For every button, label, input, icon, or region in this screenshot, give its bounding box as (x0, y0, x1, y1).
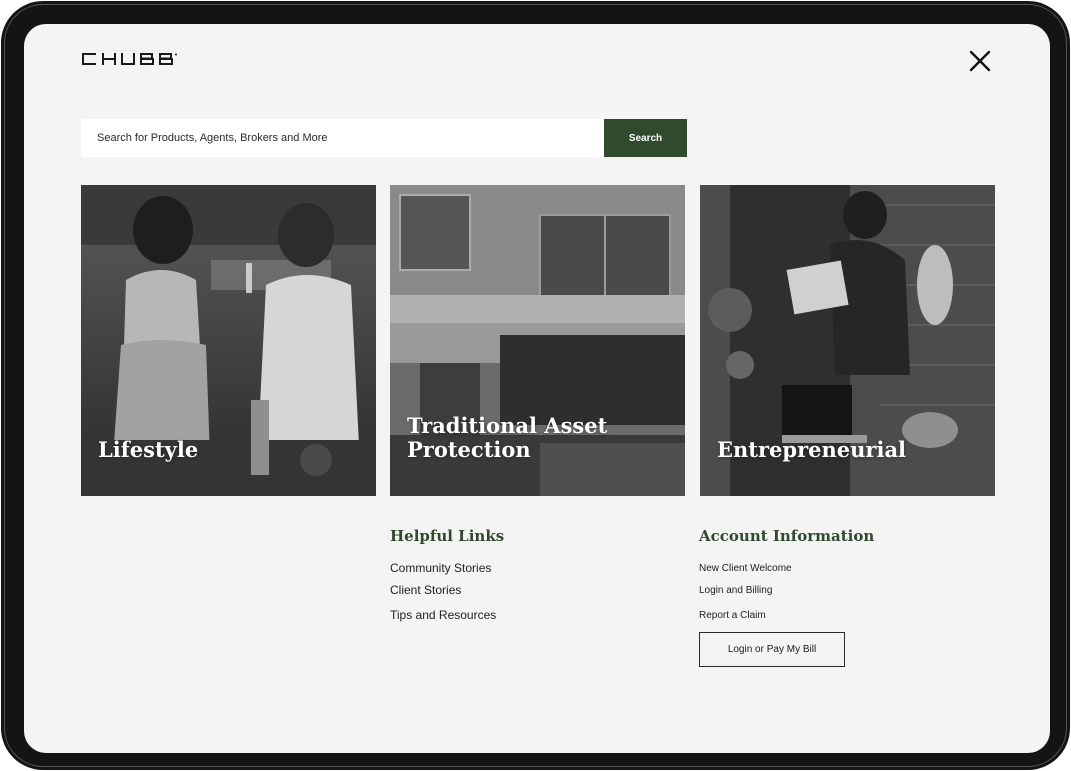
menu-overlay: Search for Products, Agents, Brokers and… (24, 24, 1050, 753)
helpful-links-heading: Helpful Links (390, 527, 505, 545)
card-lifestyle[interactable]: Lifestyle (81, 185, 376, 496)
account-information-heading: Account Information (699, 527, 875, 545)
card-traditional-asset-protection[interactable]: Traditional Asset Protection (390, 185, 685, 496)
link-tips-and-resources[interactable]: Tips and Resources (390, 608, 496, 622)
chubb-logo[interactable] (81, 52, 191, 66)
link-new-client-welcome[interactable]: New Client Welcome (699, 563, 792, 574)
close-button[interactable] (968, 49, 992, 73)
search-button[interactable]: Search (604, 119, 687, 157)
login-or-pay-bill-button[interactable]: Login or Pay My Bill (699, 632, 845, 667)
search-input[interactable] (81, 119, 604, 157)
close-icon (969, 50, 991, 72)
link-report-a-claim[interactable]: Report a Claim (699, 610, 766, 621)
tablet-frame: Search for Products, Agents, Brokers and… (1, 1, 1070, 770)
search-bar: Search (81, 119, 687, 157)
link-community-stories[interactable]: Community Stories (390, 561, 491, 575)
card-traditional-asset-protection-label: Traditional Asset Protection (407, 413, 608, 462)
card-entrepreneurial-label: Entrepreneurial (717, 437, 907, 462)
card-lifestyle-label: Lifestyle (98, 437, 199, 462)
link-login-and-billing[interactable]: Login and Billing (699, 585, 772, 596)
link-client-stories[interactable]: Client Stories (390, 583, 461, 597)
card-entrepreneurial[interactable]: Entrepreneurial (700, 185, 995, 496)
